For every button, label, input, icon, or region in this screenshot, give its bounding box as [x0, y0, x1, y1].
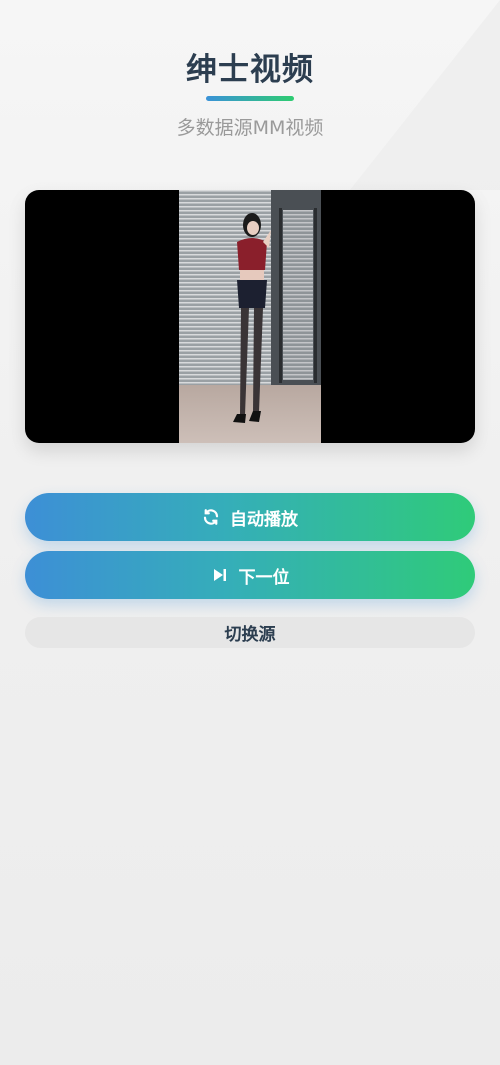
video-frame — [179, 190, 321, 443]
switch-source-label: 切换源 — [224, 625, 276, 645]
next-label: 下一位 — [238, 567, 290, 588]
skip-next-icon — [211, 566, 229, 584]
autoplay-label: 自动播放 — [230, 509, 298, 530]
title-underline — [206, 96, 294, 101]
header: 绅士视频 多数据源MM视频 — [0, 0, 500, 150]
refresh-icon — [202, 508, 220, 526]
next-button[interactable]: 下一位 — [25, 551, 475, 599]
video-still-image — [179, 190, 321, 443]
page-title: 绅士视频 — [186, 52, 314, 88]
video-player[interactable] — [25, 190, 475, 443]
switch-source-button[interactable]: 切换源 — [25, 617, 475, 648]
page-subtitle: 多数据源MM视频 — [176, 117, 324, 139]
autoplay-button[interactable]: 自动播放 — [25, 493, 475, 541]
